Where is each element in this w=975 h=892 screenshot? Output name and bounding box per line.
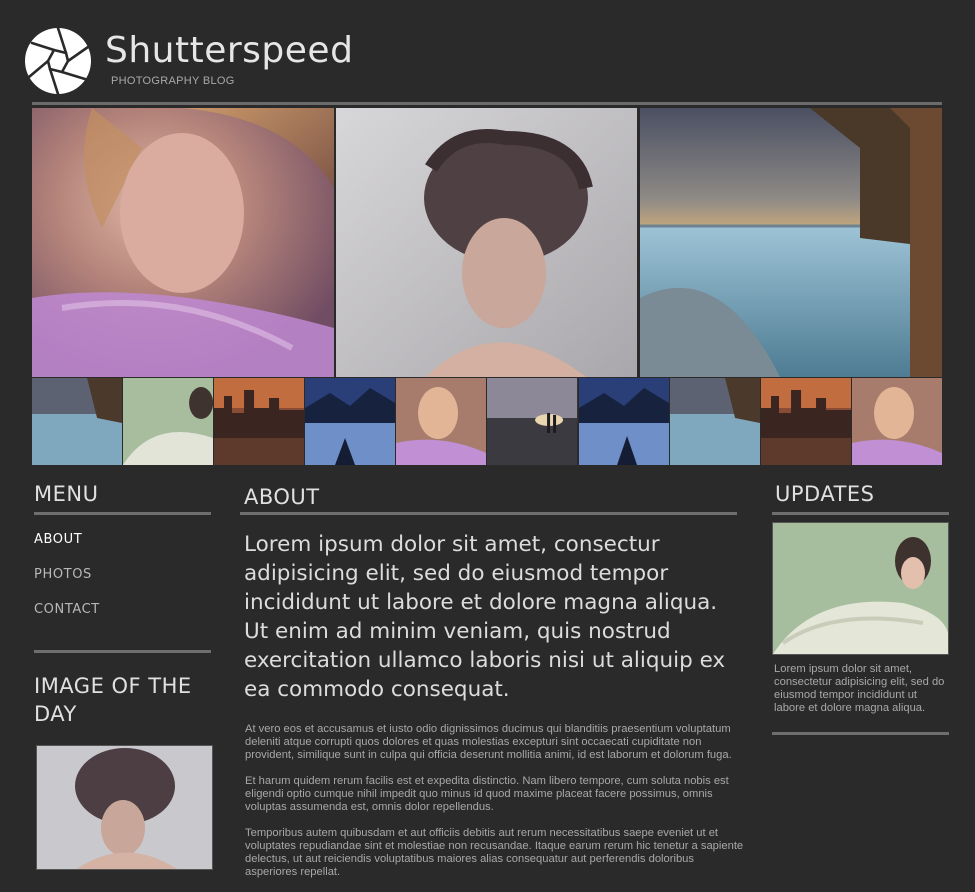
hero-image-1[interactable] bbox=[32, 108, 334, 377]
thumbnail-lake-mountains[interactable] bbox=[305, 378, 396, 465]
about-paragraph: Temporibus autem quibusdam et aut offici… bbox=[245, 827, 744, 878]
menu-item-about[interactable]: ABOUT bbox=[34, 532, 100, 567]
menu-bottom-divider bbox=[34, 650, 211, 653]
about-body: At vero eos et accusamus et iusto odio d… bbox=[245, 723, 745, 892]
image-of-the-day-photo[interactable] bbox=[36, 745, 213, 870]
aperture-logo-icon[interactable] bbox=[24, 26, 92, 96]
thumbnail-blonde-portrait-2[interactable] bbox=[851, 378, 942, 465]
updates-text: Lorem ipsum dolor sit amet, consectetur … bbox=[774, 663, 945, 714]
about-paragraph: Et harum quidem rerum facilis est et exp… bbox=[245, 775, 729, 813]
thumbnail-strip bbox=[32, 378, 942, 465]
updates-heading: UPDATES bbox=[775, 482, 875, 506]
about-divider bbox=[240, 512, 737, 515]
thumbnail-reclining-model[interactable] bbox=[123, 378, 214, 465]
menu-heading: MENU bbox=[34, 482, 99, 506]
site-tagline: PHOTOGRAPHY BLOG bbox=[111, 75, 235, 87]
menu-item-photos[interactable]: PHOTOS bbox=[34, 567, 100, 602]
header-divider bbox=[32, 102, 942, 105]
thumbnail-pool[interactable] bbox=[32, 378, 123, 465]
image-of-the-day-heading: IMAGE OF THE DAY bbox=[34, 674, 192, 726]
thumbnail-blonde-portrait[interactable] bbox=[396, 378, 487, 465]
about-heading: ABOUT bbox=[244, 485, 320, 509]
about-lead-text: Lorem ipsum dolor sit amet, consectur ad… bbox=[244, 532, 726, 702]
menu-item-contact[interactable]: CONTACT bbox=[34, 602, 100, 637]
main-menu: ABOUT PHOTOS CONTACT bbox=[34, 532, 100, 637]
thumbnail-lake-mountains-2[interactable] bbox=[578, 378, 669, 465]
updates-divider bbox=[772, 512, 949, 515]
hero-image-2[interactable] bbox=[336, 108, 637, 377]
thumbnail-beach-walk[interactable] bbox=[487, 378, 578, 465]
thumbnail-city-sunset[interactable] bbox=[214, 378, 305, 465]
hero-image-3[interactable] bbox=[640, 108, 942, 377]
menu-divider bbox=[34, 512, 211, 515]
thumbnail-pool-2[interactable] bbox=[669, 378, 760, 465]
about-paragraph: At vero eos et accusamus et iusto odio d… bbox=[245, 723, 732, 761]
site-title[interactable]: Shutterspeed bbox=[105, 30, 353, 71]
thumbnail-city-sunset-2[interactable] bbox=[760, 378, 851, 465]
updates-photo[interactable] bbox=[772, 522, 949, 655]
updates-bottom-divider bbox=[772, 732, 949, 735]
